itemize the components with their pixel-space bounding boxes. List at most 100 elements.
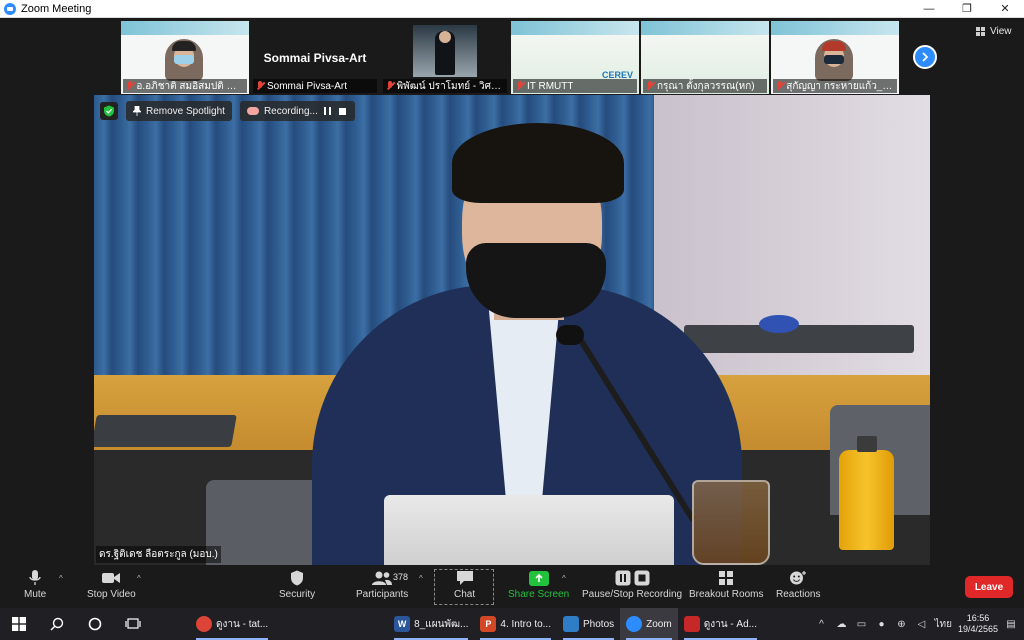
pause-recording-button[interactable] bbox=[323, 106, 333, 116]
hair bbox=[822, 41, 846, 51]
minimize-button[interactable]: — bbox=[910, 0, 948, 18]
taskbar-app-photos[interactable]: Photos bbox=[557, 608, 620, 640]
view-button[interactable]: View bbox=[976, 26, 1012, 37]
participant-video bbox=[165, 39, 203, 81]
clock-date: 19/4/2565 bbox=[957, 624, 998, 634]
participants-count-badge: 378 bbox=[393, 572, 409, 582]
cloud-icon[interactable]: ☁ bbox=[834, 617, 848, 631]
participant-label: สุกัญญา กระหายแก้ว_ สวจ. bbox=[773, 79, 897, 93]
notification-icon[interactable]: ▤ bbox=[1004, 617, 1018, 631]
remove-spotlight-button[interactable]: Remove Spotlight bbox=[126, 101, 232, 121]
chat-button[interactable]: Chat bbox=[454, 569, 475, 600]
network-icon[interactable]: ▭ bbox=[854, 617, 868, 631]
microphone-icon bbox=[29, 570, 41, 585]
slide-header bbox=[121, 21, 249, 35]
speaker-icon[interactable]: ◁ bbox=[914, 617, 928, 631]
clock[interactable]: 16:56 19/4/2565 bbox=[958, 613, 998, 635]
breakout-rooms-button[interactable]: Breakout Rooms bbox=[689, 569, 763, 600]
muted-mic-icon bbox=[646, 81, 654, 91]
participant-name: IT RMUTT bbox=[527, 80, 574, 92]
cortana-button[interactable] bbox=[76, 608, 114, 640]
participants-options-caret[interactable]: ^ bbox=[419, 574, 423, 583]
laptop bbox=[684, 325, 914, 353]
taskbar-app-zoom[interactable]: Zoom bbox=[620, 608, 678, 640]
chrome-icon bbox=[196, 616, 212, 632]
windows-logo-icon bbox=[12, 617, 26, 631]
participant-thumbnail[interactable]: Sommai Pivsa-Art Sommai Pivsa-Art bbox=[251, 21, 379, 94]
windows-taskbar: ดูงาน - tat... W 8_แผนพัฒ... P 4. Intro … bbox=[0, 608, 1024, 640]
mute-options-caret[interactable]: ^ bbox=[59, 574, 63, 583]
mute-button[interactable]: Mute bbox=[24, 569, 46, 600]
recording-label: Recording... bbox=[263, 105, 318, 117]
pause-stop-recording-button[interactable]: Pause/Stop Recording bbox=[582, 569, 682, 600]
stop-video-button[interactable]: Stop Video bbox=[87, 569, 136, 600]
file-explorer-button[interactable] bbox=[274, 608, 312, 640]
language-indicator[interactable]: ไทย bbox=[934, 617, 951, 631]
chevron-up-icon[interactable]: ^ bbox=[814, 617, 828, 631]
leave-button[interactable]: Leave bbox=[965, 576, 1013, 598]
zoom-icon bbox=[626, 616, 643, 632]
slide-header bbox=[511, 21, 639, 35]
muted-mic-icon bbox=[776, 81, 783, 91]
taskbar-app-powerpoint[interactable]: P 4. Intro to... bbox=[474, 608, 557, 640]
participant-name: อ.อภิชาติ สมอิสมปติ สำนั... bbox=[136, 80, 244, 92]
next-page-button[interactable] bbox=[913, 45, 937, 69]
participant-thumbnail[interactable]: พิพัฒน์ ปราโมทย์ - วิศวก... bbox=[381, 21, 509, 94]
acrobat-icon bbox=[683, 616, 700, 632]
participant-thumbnail[interactable]: สุกัญญา กระหายแก้ว_ สวจ. bbox=[771, 21, 899, 94]
hair bbox=[452, 123, 624, 203]
microphone-tray-icon[interactable]: ● bbox=[874, 617, 888, 631]
stop-recording-button[interactable] bbox=[338, 106, 348, 116]
participant-thumbnail[interactable]: อ.อภิชาติ สมอิสมปติ สำนั... bbox=[121, 21, 249, 94]
share-options-caret[interactable]: ^ bbox=[562, 574, 566, 583]
slide-header bbox=[641, 21, 769, 35]
zoom-app-icon bbox=[4, 2, 16, 15]
mail-button[interactable] bbox=[350, 608, 388, 640]
taskbar-app-label: ดูงาน - Ad... bbox=[703, 618, 757, 630]
cortana-circle-icon bbox=[88, 617, 102, 631]
edge-button[interactable] bbox=[152, 608, 190, 640]
participant-thumbnail[interactable]: CEREV IT RMUTT bbox=[511, 21, 639, 94]
face-mask bbox=[466, 243, 606, 318]
reactions-label: Reactions bbox=[776, 589, 821, 600]
search-icon bbox=[50, 617, 64, 631]
encryption-badge[interactable] bbox=[100, 102, 118, 120]
mask bbox=[174, 55, 194, 64]
reactions-button[interactable]: Reactions bbox=[776, 569, 820, 600]
chat-icon bbox=[456, 571, 473, 585]
muted-mic-icon bbox=[256, 81, 264, 91]
taskbar-app-chrome[interactable]: ดูงาน - tat... bbox=[190, 608, 274, 640]
share-screen-icon bbox=[528, 570, 549, 586]
close-button[interactable]: ✕ bbox=[986, 0, 1024, 18]
people-icon bbox=[372, 571, 393, 585]
participant-video bbox=[413, 25, 477, 77]
view-label: View bbox=[990, 26, 1012, 37]
window-title: Zoom Meeting bbox=[21, 2, 92, 15]
chair bbox=[206, 480, 326, 565]
shield-icon bbox=[291, 570, 304, 586]
participant-name: กรุณา ตั้งกุลวรรณ(หก) bbox=[657, 80, 755, 92]
taskbar-app-word[interactable]: W 8_แผนพัฒ... bbox=[388, 608, 474, 640]
participant-thumbnail[interactable]: กรุณา ตั้งกุลวรรณ(หก) bbox=[641, 21, 769, 94]
meeting-stage: อ.อภิชาติ สมอิสมปติ สำนั... Sommai Pivsa… bbox=[0, 18, 1024, 566]
cloud-recording-icon bbox=[246, 107, 259, 115]
globe-icon[interactable]: ⊕ bbox=[894, 617, 908, 631]
mouse bbox=[759, 315, 799, 333]
microphone bbox=[556, 325, 584, 345]
search-button[interactable] bbox=[38, 608, 76, 640]
task-view-button[interactable] bbox=[114, 608, 152, 640]
security-button[interactable]: Security bbox=[279, 569, 315, 600]
share-screen-button[interactable]: Share Screen bbox=[508, 569, 569, 600]
start-button[interactable] bbox=[0, 608, 38, 640]
slide-header bbox=[771, 21, 899, 35]
taskbar-app-acrobat[interactable]: ดูงาน - Ad... bbox=[678, 608, 763, 640]
video-options-caret[interactable]: ^ bbox=[137, 574, 141, 583]
shield-check-icon bbox=[104, 105, 114, 117]
spotlight-video[interactable]: Remove Spotlight Recording... ดร.ฐิติเดช… bbox=[94, 95, 930, 565]
meeting-toolbar: Mute ^ Stop Video ^ Security Participant… bbox=[0, 566, 1024, 608]
participant-name: พิพัฒน์ ปราโมทย์ - วิศวก... bbox=[396, 80, 504, 92]
chevron-right-icon bbox=[922, 52, 929, 62]
store-button[interactable] bbox=[312, 608, 350, 640]
video-camera-icon bbox=[102, 573, 121, 583]
maximize-button[interactable]: ❐ bbox=[948, 0, 986, 18]
